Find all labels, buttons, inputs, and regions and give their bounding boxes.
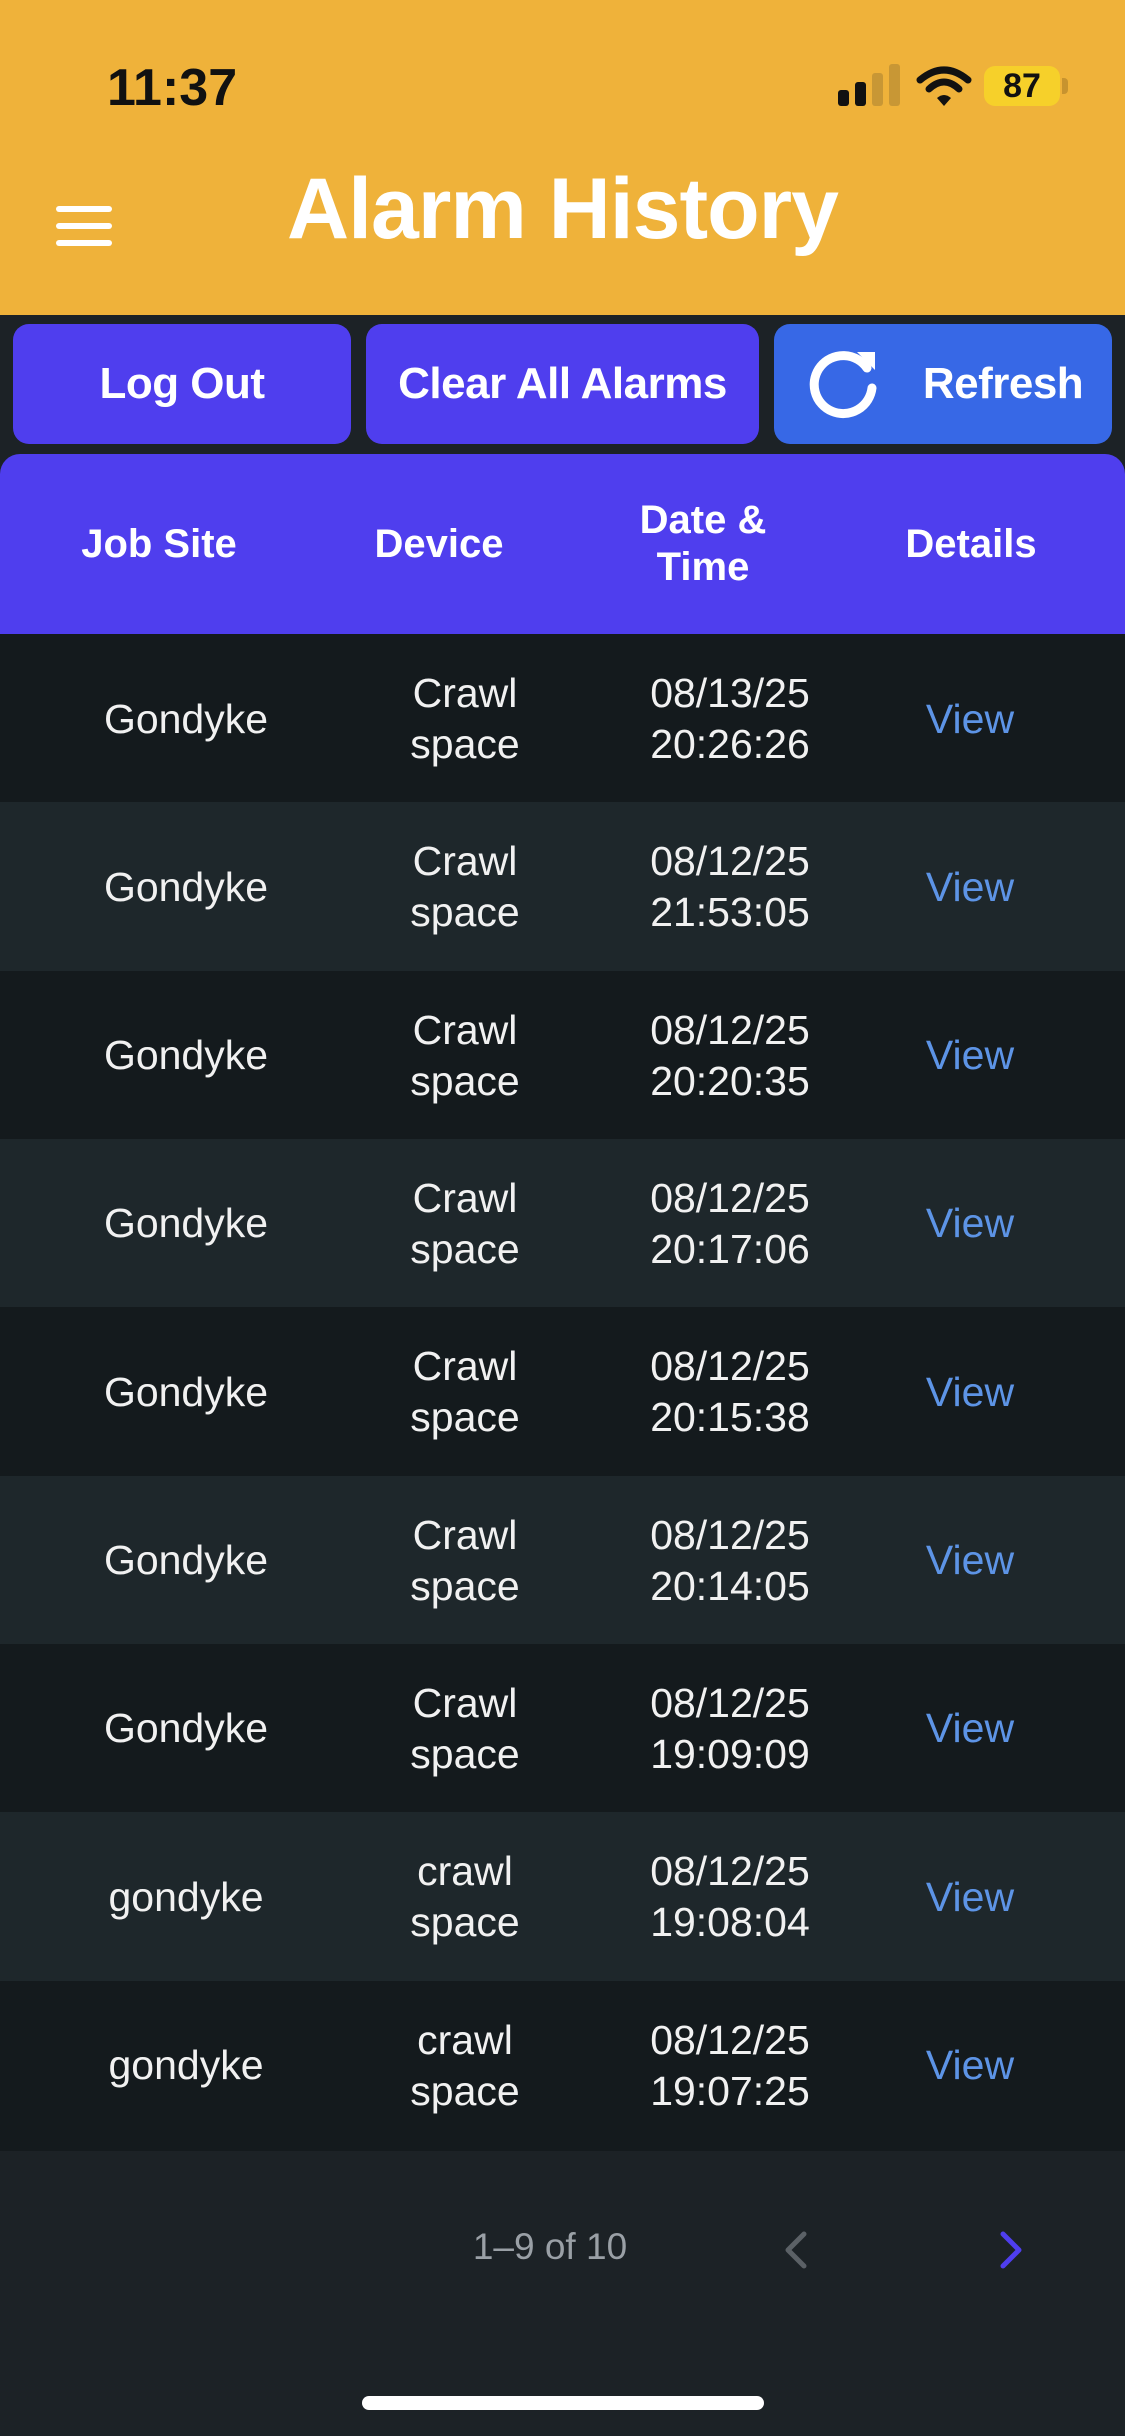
job-site-cell: Gondyke [103, 1368, 269, 1415]
device-cell: Crawl space [410, 838, 520, 936]
table-row: Gondyke Crawl space 08/13/25 20:26:26 View [0, 634, 1125, 804]
table-row: Gondyke Crawl space 08/12/25 20:17:06 View [0, 1138, 1125, 1309]
wifi-icon [916, 66, 972, 106]
app-header: 11:37 87 Alarm History [0, 0, 1125, 315]
cellular-signal-icon [838, 62, 904, 110]
view-details-link[interactable]: View [902, 971, 1038, 1141]
date-time-cell: 08/12/25 21:53:05 [650, 838, 810, 936]
date-time-cell: 08/12/25 20:17:06 [650, 1174, 810, 1272]
column-header-device: Device [374, 521, 504, 566]
clear-all-alarms-button[interactable]: Clear All Alarms [366, 324, 759, 444]
view-details-link[interactable]: View [902, 634, 1038, 804]
battery-tip-icon [1062, 78, 1068, 94]
view-details-link[interactable]: View [902, 802, 1038, 972]
table-row: Gondyke Crawl space 08/12/25 20:15:38 View [0, 1307, 1125, 1478]
view-details-link[interactable]: View [902, 1644, 1038, 1814]
device-cell: Crawl space [410, 1511, 520, 1609]
date-time-cell: 08/12/25 19:08:04 [650, 1848, 810, 1946]
device-cell: Crawl space [410, 1343, 520, 1441]
date-time-cell: 08/12/25 20:15:38 [650, 1343, 810, 1441]
date-time-cell: 08/12/25 20:20:35 [650, 1006, 810, 1104]
job-site-cell: Gondyke [103, 1705, 269, 1752]
date-time-cell: 08/13/25 20:26:26 [650, 670, 810, 767]
view-details-link[interactable]: View [902, 1139, 1038, 1309]
battery-level: 87 [984, 66, 1060, 106]
column-header-job-site: Job Site [81, 521, 237, 566]
refresh-icon [809, 351, 877, 419]
next-page-icon[interactable] [995, 2230, 1029, 2270]
job-site-cell: Gondyke [103, 695, 269, 742]
view-details-link[interactable]: View [902, 1981, 1038, 2151]
clear-all-alarms-label: Clear All Alarms [398, 359, 727, 408]
job-site-cell: Gondyke [103, 863, 269, 910]
table-row: Gondyke Crawl space 08/12/25 20:14:05 View [0, 1475, 1125, 1646]
table-row: gondyke crawl space 08/12/25 19:07:25 View [0, 1980, 1125, 2151]
view-details-link[interactable]: View [902, 1307, 1038, 1477]
device-cell: Crawl space [410, 670, 520, 767]
logout-label: Log Out [99, 359, 265, 408]
pagination-range: 1–9 of 10 [472, 2226, 628, 2267]
device-cell: Crawl space [410, 1006, 520, 1104]
job-site-cell: Gondyke [103, 1537, 269, 1584]
table-row: Gondyke Crawl space 08/12/25 19:09:09 View [0, 1643, 1125, 1814]
table-row: Gondyke Crawl space 08/12/25 20:20:35 View [0, 970, 1125, 1141]
refresh-button[interactable]: Refresh [774, 324, 1112, 444]
page-title: Alarm History [287, 161, 839, 257]
job-site-cell: Gondyke [103, 1032, 269, 1079]
device-cell: Crawl space [410, 1174, 520, 1272]
view-details-link[interactable]: View [902, 1812, 1038, 1982]
status-time: 11:37 [107, 59, 238, 117]
job-site-cell: Gondyke [103, 1200, 269, 1247]
device-cell: crawl space [410, 2016, 520, 2114]
refresh-label: Refresh [922, 359, 1084, 408]
job-site-cell: gondyke [108, 1873, 264, 1920]
table-row: gondyke crawl space 08/12/25 19:08:04 View [0, 1812, 1125, 1983]
date-time-cell: 08/12/25 20:14:05 [650, 1511, 810, 1609]
job-site-cell: gondyke [108, 2042, 264, 2089]
column-header-date-time: Date & Time [639, 498, 767, 589]
view-details-link[interactable]: View [902, 1476, 1038, 1646]
table-row: Gondyke Crawl space 08/12/25 21:53:05 View [0, 802, 1125, 973]
previous-page-icon[interactable] [778, 2230, 812, 2270]
date-time-cell: 08/12/25 19:07:25 [650, 2016, 810, 2114]
home-indicator[interactable] [362, 2396, 764, 2410]
date-time-cell: 08/12/25 19:09:09 [650, 1679, 810, 1777]
device-cell: Crawl space [410, 1679, 520, 1777]
column-header-details: Details [905, 521, 1037, 566]
device-cell: crawl space [410, 1848, 520, 1946]
logout-button[interactable]: Log Out [13, 324, 351, 444]
